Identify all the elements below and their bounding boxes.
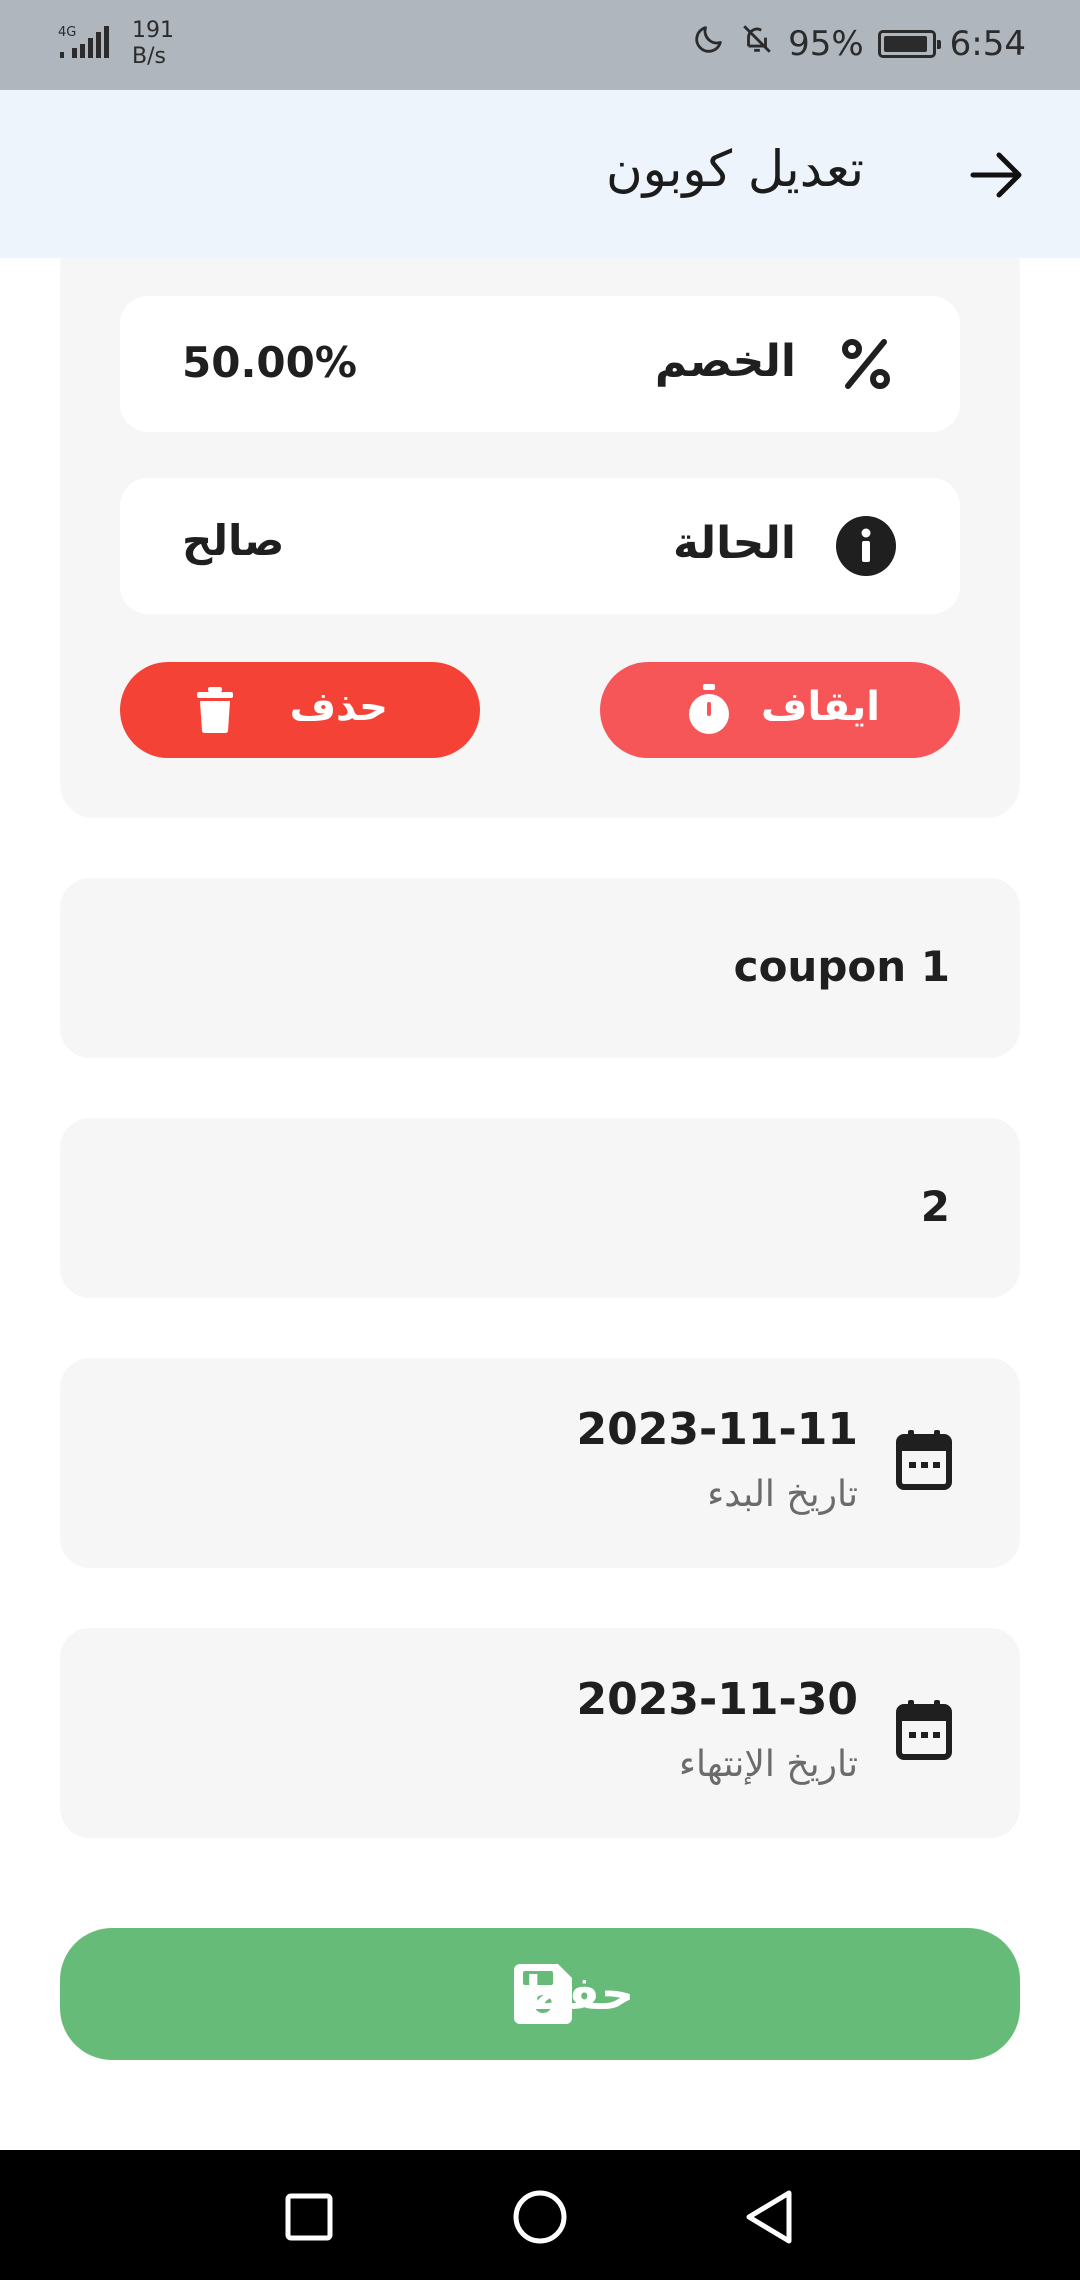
- calendar-icon: [896, 1430, 952, 1490]
- stopwatch-icon: [684, 684, 734, 736]
- clock: 6:54: [949, 23, 1026, 64]
- usage-count-value: 2: [920, 1182, 950, 1231]
- network-speed: 191 B/s: [132, 18, 174, 70]
- signal-icon: 4G: [58, 22, 116, 66]
- end-date-label: تاريخ الإنتهاء: [679, 1744, 858, 1785]
- status-left: 4G 191 B/s: [58, 18, 174, 70]
- speed-value: 191: [132, 18, 174, 43]
- battery-level: [883, 35, 928, 52]
- status-row: الحالة صالح: [120, 478, 960, 614]
- battery-icon: [877, 29, 941, 58]
- coupon-code-value: coupon 1: [733, 942, 950, 991]
- end-date-field[interactable]: 2023-11-30 تاريخ الإنتهاء: [60, 1628, 1020, 1838]
- save-label: حفظ: [518, 1966, 634, 2020]
- discount-value: 50.00%: [182, 338, 357, 387]
- speed-unit: B/s: [132, 44, 166, 69]
- status-value: صالح: [182, 516, 285, 565]
- status-label: الحالة: [672, 518, 796, 569]
- end-date-value: 2023-11-30: [576, 1674, 858, 1725]
- app-bar: تعديل كوبون: [0, 90, 1080, 258]
- back-nav-button[interactable]: [734, 2182, 804, 2252]
- start-date-field[interactable]: 2023-11-11 تاريخ البدء: [60, 1358, 1020, 1568]
- calendar-icon: [896, 1700, 952, 1760]
- home-button[interactable]: [505, 2182, 575, 2252]
- moon-icon: [692, 22, 726, 65]
- discount-label: الخصم: [654, 336, 796, 387]
- trash-icon: [190, 684, 240, 736]
- battery-percent: 95%: [788, 23, 864, 64]
- bell-off-icon: [740, 22, 774, 65]
- network-type: 4G: [58, 25, 76, 40]
- info-icon: [836, 516, 896, 576]
- circle-icon: [513, 2190, 567, 2244]
- coupon-summary-card: الخصم 50.00% الحالة صالح ايقاف حذف: [60, 258, 1020, 818]
- page-title: تعديل كوبون: [605, 140, 864, 198]
- status-right: 95% 6:54: [692, 22, 1026, 65]
- stop-button[interactable]: ايقاف: [600, 662, 960, 758]
- coupon-code-field[interactable]: coupon 1: [60, 878, 1020, 1058]
- save-button[interactable]: حفظ: [60, 1928, 1020, 2060]
- triangle-back-icon: [746, 2190, 792, 2244]
- system-nav-bar: [0, 2150, 1080, 2280]
- square-icon: [285, 2193, 333, 2241]
- recents-button[interactable]: [274, 2182, 344, 2252]
- stop-label: ايقاف: [760, 684, 880, 730]
- back-button[interactable]: [966, 144, 1028, 206]
- start-date-value: 2023-11-11: [576, 1404, 858, 1455]
- discount-row: الخصم 50.00%: [120, 296, 960, 432]
- arrow-right-icon: [970, 152, 1022, 198]
- percent-icon: [836, 334, 896, 394]
- delete-label: حذف: [289, 684, 388, 730]
- usage-count-field[interactable]: 2: [60, 1118, 1020, 1298]
- status-bar: 4G 191 B/s 95% 6:54: [0, 0, 1080, 90]
- start-date-label: تاريخ البدء: [707, 1474, 858, 1515]
- delete-button[interactable]: حذف: [120, 662, 480, 758]
